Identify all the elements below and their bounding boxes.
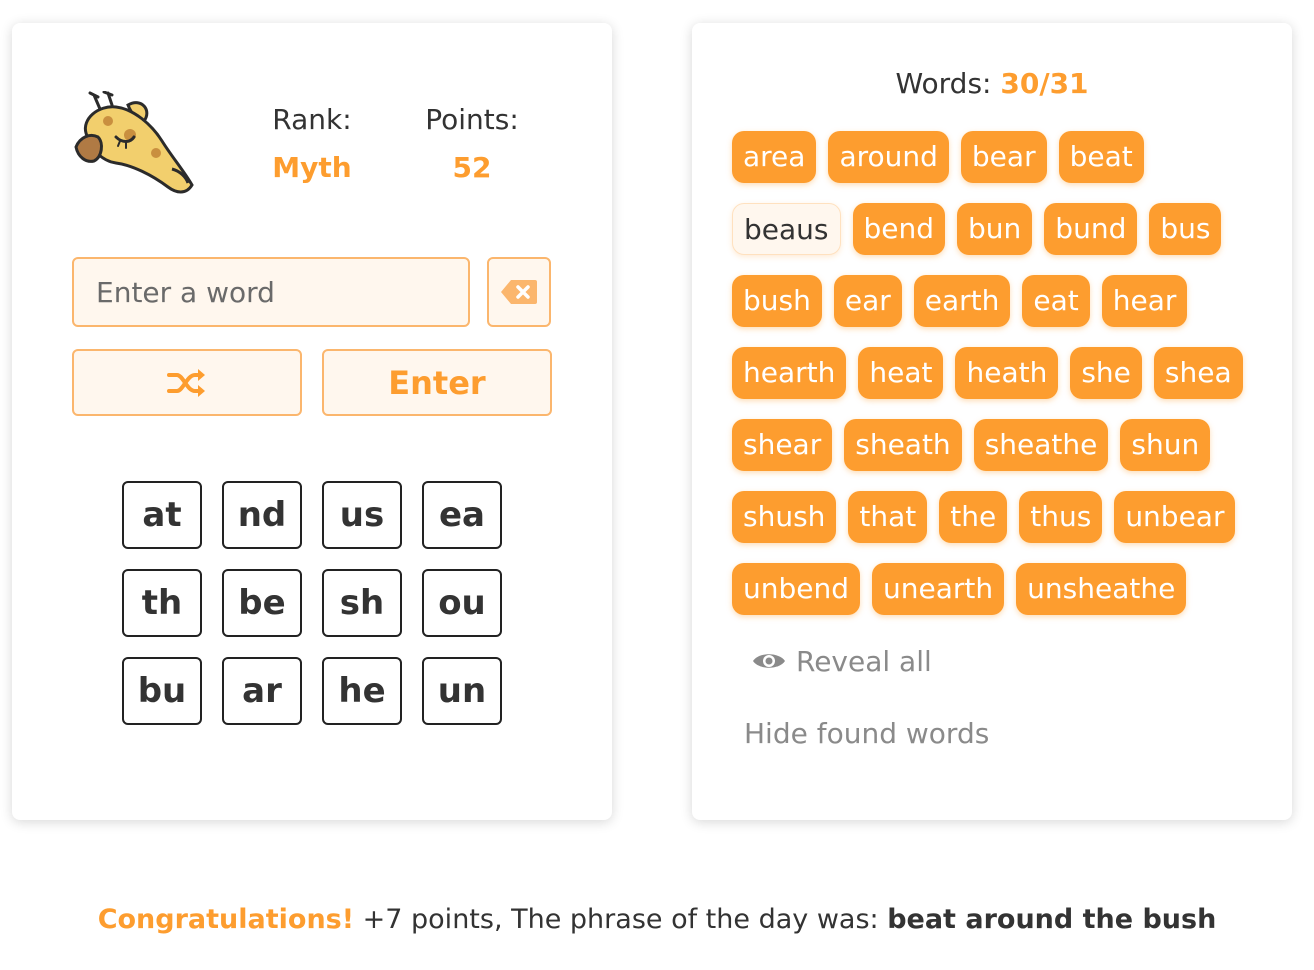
letter-tile[interactable]: ou	[422, 569, 502, 637]
game-board-card: Rank: Myth Points: 52 Enter atndusea thbe…	[12, 23, 612, 820]
found-word-chip: bund	[1044, 203, 1138, 255]
word-list-card: Words: 30/31 area around bear beat beaus bend…	[692, 23, 1292, 820]
giraffe-mascot-icon	[74, 91, 194, 194]
letter-tile[interactable]: th	[122, 569, 202, 637]
shuffle-icon	[167, 368, 205, 397]
letter-tile[interactable]: bu	[122, 657, 202, 725]
letter-tile[interactable]: be	[222, 569, 302, 637]
hide-found-words-button[interactable]: Hide found words	[744, 717, 989, 750]
rank-stat: Rank: Myth	[252, 101, 372, 187]
found-word-chip: area	[732, 131, 817, 183]
found-word-chip: heath	[955, 347, 1059, 399]
found-word-chip: shea	[1153, 347, 1243, 399]
found-word-chip: shear	[732, 419, 833, 471]
letter-tile[interactable]: ar	[222, 657, 302, 725]
reveal-all-label: Reveal all	[796, 644, 932, 678]
found-word-chip: that	[848, 491, 928, 543]
letter-tile[interactable]: nd	[222, 481, 302, 549]
letter-tile[interactable]: us	[322, 481, 402, 549]
backspace-icon	[501, 280, 537, 304]
congrats-text: Congratulations!	[97, 904, 355, 935]
letter-tile[interactable]: at	[122, 481, 202, 549]
letter-tile[interactable]: sh	[322, 569, 402, 637]
found-word-chip: thus	[1019, 491, 1103, 543]
found-word-chip: unearth	[872, 563, 1005, 615]
found-word-chip: around	[828, 131, 949, 183]
letter-tile[interactable]: ea	[422, 481, 502, 549]
points-value: 52	[452, 151, 492, 184]
found-word-chip: beat	[1058, 131, 1144, 183]
found-word-chip: hearth	[732, 347, 847, 399]
words-count-value: 30/31	[1000, 67, 1089, 100]
phrase-of-the-day: beat around the bush	[887, 904, 1217, 935]
shuffle-button[interactable]	[72, 349, 302, 416]
rank-label: Rank:	[272, 103, 352, 136]
letter-tile[interactable]: he	[322, 657, 402, 725]
words-count: Words: 30/31	[692, 67, 1292, 100]
found-word-chip: bun	[957, 203, 1033, 255]
found-word-chip: shush	[732, 491, 837, 543]
letter-tile-grid: at nd us ea th be sh ou bu ar he un	[122, 481, 502, 725]
found-word-chip: hear	[1101, 275, 1188, 327]
found-word-chip: bush	[732, 275, 822, 327]
words-count-label: Words:	[895, 67, 992, 100]
rank-value: Myth	[272, 151, 352, 184]
points-stat: Points: 52	[412, 101, 532, 187]
found-word-chip: sheathe	[973, 419, 1109, 471]
eye-icon	[753, 654, 785, 668]
reveal-all-button[interactable]: Reveal all	[732, 635, 932, 687]
backspace-button[interactable]	[487, 257, 551, 327]
result-text: +7 points, The phrase of the day was:	[354, 904, 888, 935]
found-word-chip: unsheathe	[1016, 563, 1187, 615]
points-label: Points:	[425, 103, 519, 136]
letter-tile[interactable]: un	[422, 657, 502, 725]
found-word-chip: earth	[913, 275, 1011, 327]
found-word-chip: bear	[960, 131, 1047, 183]
unfound-word-chip: beaus	[732, 203, 841, 255]
result-message: Congratulations! +7 points, The phrase o…	[0, 904, 1314, 935]
found-word-chip: shun	[1120, 419, 1211, 471]
found-word-chip: she	[1070, 347, 1142, 399]
word-input[interactable]	[72, 257, 470, 327]
found-word-chip: sheath	[844, 419, 962, 471]
found-word-chip: bus	[1149, 203, 1222, 255]
found-word-chip: bend	[852, 203, 946, 255]
found-word-chip: the	[939, 491, 1008, 543]
found-word-chip: eat	[1022, 275, 1090, 327]
found-word-chip: heat	[858, 347, 944, 399]
found-word-chip: unbend	[732, 563, 861, 615]
found-word-chip: ear	[833, 275, 902, 327]
enter-button[interactable]: Enter	[322, 349, 552, 416]
word-chip-list: area around bear beat beaus bend bun bund bus bus…	[732, 131, 1262, 687]
found-word-chip: unbear	[1114, 491, 1236, 543]
